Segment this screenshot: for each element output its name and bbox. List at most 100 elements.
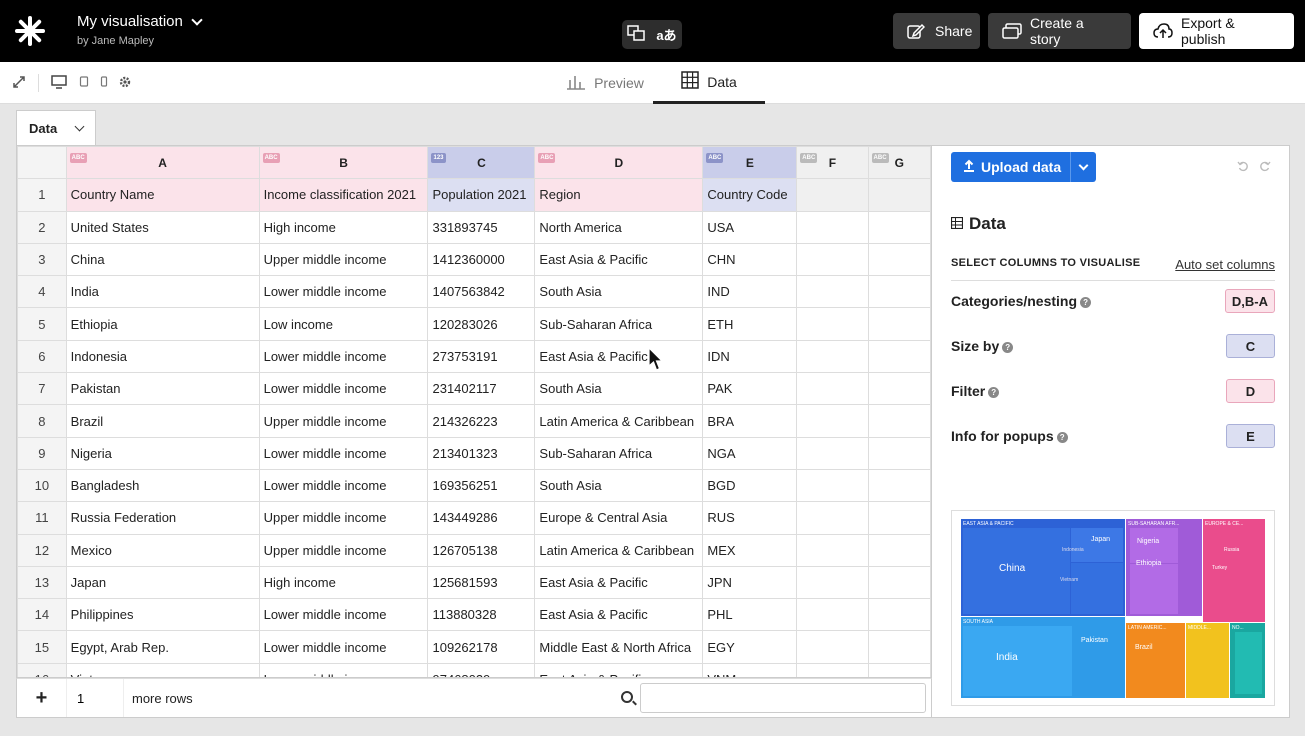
table-cell[interactable]: Middle East & North Africa xyxy=(534,630,704,664)
upload-options-dropdown[interactable] xyxy=(1071,152,1096,182)
table-cell[interactable] xyxy=(796,565,869,600)
column-chip[interactable]: D,B-A xyxy=(1224,289,1275,313)
table-cell[interactable] xyxy=(796,662,869,677)
table-cell[interactable]: 169356251 xyxy=(427,468,536,503)
column-chip[interactable]: E xyxy=(1226,424,1275,448)
table-cell[interactable]: East Asia & Pacific xyxy=(534,662,704,677)
upload-data-button[interactable]: Upload data xyxy=(951,152,1096,182)
app-logo-icon[interactable] xyxy=(14,15,46,47)
row-number[interactable]: 1 xyxy=(17,178,67,212)
table-cell[interactable]: Lower middle income xyxy=(258,372,429,406)
gear-icon[interactable] xyxy=(118,75,132,92)
row-number[interactable]: 3 xyxy=(17,242,67,277)
table-cell[interactable] xyxy=(796,598,869,632)
table-cell[interactable]: Latin America & Caribbean xyxy=(534,533,704,567)
table-cell[interactable]: ETH xyxy=(702,307,798,341)
undo-icon[interactable] xyxy=(1237,160,1249,175)
table-cell[interactable] xyxy=(867,307,931,341)
share-button[interactable]: Share xyxy=(893,13,980,49)
help-icon[interactable]: ? xyxy=(1080,297,1092,308)
row-count-input[interactable] xyxy=(75,687,125,709)
visualisation-title[interactable]: My visualisation xyxy=(77,13,203,30)
row-number[interactable]: 5 xyxy=(17,307,67,341)
table-cell[interactable] xyxy=(867,275,931,309)
table-cell[interactable]: Bangladesh xyxy=(65,468,260,503)
add-rows-button[interactable]: + xyxy=(17,679,67,717)
table-cell[interactable]: East Asia & Pacific xyxy=(534,565,704,600)
column-header-f[interactable]: ABC F xyxy=(796,146,869,180)
table-cell[interactable] xyxy=(796,275,869,309)
table-cell[interactable]: East Asia & Pacific xyxy=(534,339,704,374)
table-cell[interactable]: Russia Federation xyxy=(65,501,260,535)
table-cell[interactable]: 231402117 xyxy=(427,372,536,406)
grid-search-input[interactable] xyxy=(640,683,926,713)
column-header-e[interactable]: ABC E xyxy=(702,146,798,180)
row-number[interactable]: 4 xyxy=(17,275,67,309)
column-name-cell[interactable]: Country Name xyxy=(65,178,260,212)
table-cell[interactable]: MEX xyxy=(702,533,798,567)
table-cell[interactable]: Vietnam xyxy=(65,662,260,677)
table-cell[interactable]: Philippines xyxy=(65,598,260,632)
mobile-icon[interactable] xyxy=(99,75,109,92)
column-header-g[interactable]: ABC G xyxy=(867,146,931,180)
table-cell[interactable] xyxy=(867,339,931,374)
table-cell[interactable]: 1407563842 xyxy=(427,275,536,309)
column-name-cell[interactable] xyxy=(796,178,869,212)
table-cell[interactable]: Pakistan xyxy=(65,372,260,406)
row-number[interactable]: 10 xyxy=(17,468,67,503)
table-cell[interactable] xyxy=(796,630,869,664)
table-cell[interactable]: Latin America & Caribbean xyxy=(534,404,704,438)
table-cell[interactable] xyxy=(796,372,869,406)
table-cell[interactable]: BRA xyxy=(702,404,798,438)
table-cell[interactable]: RUS xyxy=(702,501,798,535)
table-cell[interactable]: South Asia xyxy=(534,468,704,503)
table-cell[interactable]: Indonesia xyxy=(65,339,260,374)
table-cell[interactable]: Upper middle income xyxy=(258,501,429,535)
column-header-d[interactable]: ABC D xyxy=(534,146,704,180)
table-cell[interactable]: Japan xyxy=(65,565,260,600)
table-cell[interactable]: Upper middle income xyxy=(258,533,429,567)
table-cell[interactable] xyxy=(867,630,931,664)
visualisation-thumbnail[interactable]: EAST ASIA & PACIFIC China Japan Indonesi… xyxy=(951,510,1275,706)
expand-icon[interactable] xyxy=(12,75,26,92)
table-cell[interactable]: 125681593 xyxy=(427,565,536,600)
table-cell[interactable]: JPN xyxy=(702,565,798,600)
table-cell[interactable]: Lower middle income xyxy=(258,662,429,677)
table-cell[interactable]: China xyxy=(65,242,260,277)
table-cell[interactable]: East Asia & Pacific xyxy=(534,598,704,632)
row-number[interactable]: 11 xyxy=(17,501,67,535)
table-cell[interactable]: CHN xyxy=(702,242,798,277)
column-name-cell[interactable]: Country Code xyxy=(702,178,798,212)
table-cell[interactable] xyxy=(796,339,869,374)
table-cell[interactable]: 120283026 xyxy=(427,307,536,341)
table-cell[interactable] xyxy=(867,372,931,406)
table-cell[interactable]: USA xyxy=(702,210,798,244)
column-chip[interactable]: D xyxy=(1226,379,1275,403)
table-cell[interactable]: Sub-Saharan Africa xyxy=(534,436,704,470)
table-cell[interactable]: BGD xyxy=(702,468,798,503)
row-number[interactable]: 16 xyxy=(17,662,67,677)
table-cell[interactable]: IDN xyxy=(702,339,798,374)
table-cell[interactable]: South Asia xyxy=(534,275,704,309)
table-cell[interactable] xyxy=(796,242,869,277)
table-cell[interactable]: Upper middle income xyxy=(258,404,429,438)
table-cell[interactable]: Lower middle income xyxy=(258,468,429,503)
table-cell[interactable]: IND xyxy=(702,275,798,309)
column-name-cell[interactable]: Population 2021 xyxy=(427,178,536,212)
table-cell[interactable]: Egypt, Arab Rep. xyxy=(65,630,260,664)
table-cell[interactable] xyxy=(796,533,869,567)
table-cell[interactable]: India xyxy=(65,275,260,309)
table-cell[interactable]: East Asia & Pacific xyxy=(534,242,704,277)
table-cell[interactable]: High income xyxy=(258,565,429,600)
table-cell[interactable]: PHL xyxy=(702,598,798,632)
table-cell[interactable]: 331893745 xyxy=(427,210,536,244)
table-cell[interactable] xyxy=(867,565,931,600)
tablet-icon[interactable] xyxy=(79,75,89,92)
table-cell[interactable] xyxy=(867,501,931,535)
column-chip[interactable]: C xyxy=(1226,334,1275,358)
upload-data-main[interactable]: Upload data xyxy=(951,152,1071,182)
table-cell[interactable]: Lower middle income xyxy=(258,275,429,309)
visualisation-title-text[interactable]: My visualisation xyxy=(77,13,183,30)
table-cell[interactable]: Sub-Saharan Africa xyxy=(534,307,704,341)
table-cell[interactable] xyxy=(867,598,931,632)
